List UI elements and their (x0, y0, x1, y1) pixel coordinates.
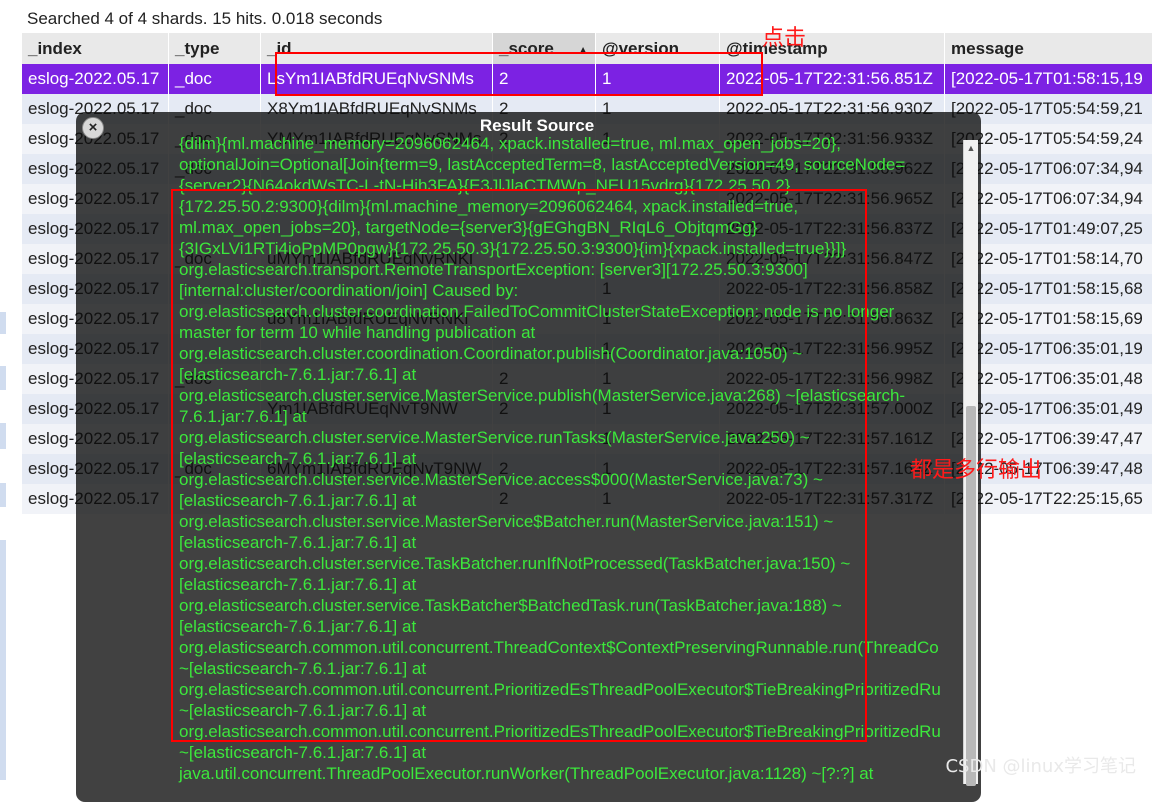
search-status-text: Searched 4 of 4 shards. 15 hits. 0.018 s… (27, 8, 382, 30)
left-edge-marker (0, 423, 6, 449)
watermark: CSDN @linux学习笔记 (945, 752, 1136, 778)
column-header-index[interactable]: _index (22, 33, 169, 64)
source-line: ~[elasticsearch-7.6.1.jar:7.6.1] at (179, 742, 426, 763)
column-header-message[interactable]: message (945, 33, 1152, 64)
highlight-box-click (275, 52, 763, 96)
close-icon[interactable]: × (82, 117, 104, 139)
source-line: {dilm}{ml.machine_memory=2096062464, xpa… (179, 137, 841, 154)
left-edge-marker (0, 366, 6, 390)
annotation-multiline: 都是多行输出 (910, 452, 1042, 484)
dialog-title: Result Source (76, 115, 998, 137)
column-header-label: message (951, 39, 1024, 58)
column-header-type[interactable]: _type (169, 33, 261, 64)
column-header-label: _index (28, 39, 82, 58)
cell-index: eslog-2022.05.17 (22, 64, 169, 94)
column-header-label: _type (175, 39, 219, 58)
annotation-click: 点击 (762, 20, 806, 52)
left-edge-marker (0, 312, 6, 334)
left-edge-marker (0, 483, 6, 507)
cell-type: _doc (169, 64, 261, 94)
left-edge-strip (0, 0, 12, 784)
scroll-up-arrow-icon[interactable]: ▲ (964, 140, 978, 156)
highlight-box-multiline (171, 189, 867, 742)
source-line: java.util.concurrent.ThreadPoolExecutor.… (179, 763, 873, 784)
source-line: optionalJoin=Optional[Join{term=9, lastA… (179, 154, 905, 175)
left-edge-marker (0, 540, 6, 780)
cell-message: [2022-05-17T01:58:15,19 (945, 64, 1152, 94)
